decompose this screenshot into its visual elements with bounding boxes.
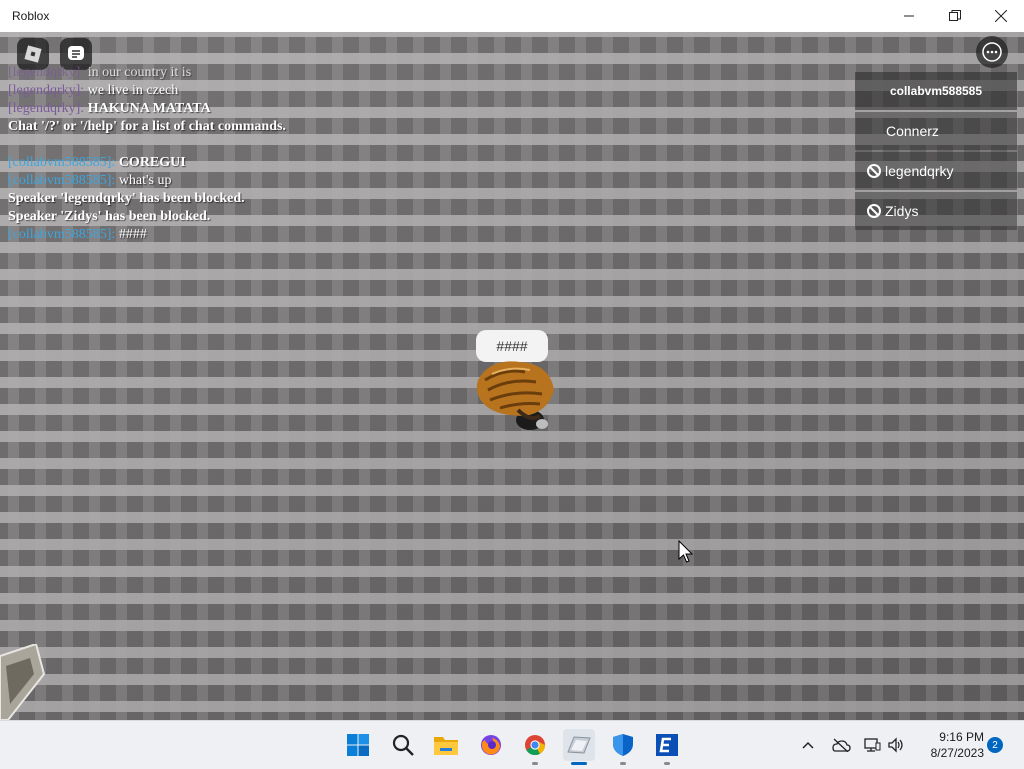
blocked-icon <box>867 164 881 178</box>
running-indicator <box>620 762 626 765</box>
chevron-up-icon <box>802 741 814 749</box>
minimize-icon <box>904 15 914 17</box>
show-hidden-icons-button[interactable] <box>796 729 820 761</box>
taskbar: 9:16 PM 8/27/2023 2 <box>0 720 1024 769</box>
close-button[interactable] <box>978 0 1024 32</box>
active-indicator <box>571 762 587 765</box>
more-options-button[interactable] <box>976 36 1008 68</box>
more-options-icon <box>982 42 1002 62</box>
chat-message: we live in czech <box>87 83 179 98</box>
chat-line: [collabvm588585]: #### <box>8 226 348 244</box>
chat-line: [collabvm588585]: COREGUI <box>8 154 348 172</box>
chat-speaker: [legendqrky]: <box>8 101 85 116</box>
roblox-window-icon <box>567 736 591 754</box>
chrome-button[interactable] <box>519 729 551 765</box>
game-viewport[interactable]: [legendqrky]: in our country it is [lege… <box>0 32 1024 720</box>
player-name: Zidys <box>885 203 919 219</box>
player-avatar <box>476 361 554 430</box>
chat-speaker: [collabvm588585]: <box>8 227 116 242</box>
chat-line: [legendqrky]: HAKUNA MATATA <box>8 100 348 118</box>
player-list: collabvm588585 Connerz legendqrky Zidys <box>855 72 1017 232</box>
restore-icon <box>949 10 961 21</box>
chat-system-line: Speaker 'Zidys' has been blocked. <box>8 208 348 226</box>
search-icon <box>392 734 414 756</box>
chat-message: what's up <box>118 173 172 188</box>
blocked-icon <box>867 204 881 218</box>
chat-icon <box>68 46 84 60</box>
window-controls <box>886 0 1024 32</box>
file-explorer-button[interactable] <box>430 729 462 761</box>
taskbar-clock[interactable]: 9:16 PM 8/27/2023 <box>912 729 984 761</box>
window-title: Roblox <box>12 9 50 23</box>
player-name: collabvm588585 <box>889 84 983 98</box>
defender-button[interactable] <box>607 729 639 765</box>
chat-message: #### <box>118 227 147 242</box>
onedrive-button[interactable] <box>828 729 854 761</box>
player-name: legendqrky <box>885 163 954 179</box>
notification-badge[interactable]: 2 <box>987 737 1003 753</box>
start-button[interactable] <box>342 729 374 761</box>
close-icon <box>995 10 1007 22</box>
mouse-cursor-icon <box>678 540 694 563</box>
cloud-offline-icon <box>832 738 851 752</box>
world-object <box>0 644 46 720</box>
chat-message: Speaker 'legendqrky' has been blocked. <box>8 191 245 206</box>
chat-system-line: Speaker 'legendqrky' has been blocked. <box>8 190 348 208</box>
firefox-icon <box>481 735 501 755</box>
defender-shield-icon <box>613 734 633 756</box>
chat-message: Speaker 'Zidys' has been blocked. <box>8 209 211 224</box>
chat-log[interactable]: [legendqrky]: in our country it is [lege… <box>8 64 348 244</box>
running-indicator <box>664 762 670 765</box>
chat-line: [legendqrky]: we live in czech <box>8 82 348 100</box>
edge-e-icon <box>656 734 678 756</box>
chat-spacer <box>8 136 348 154</box>
player-list-item[interactable]: legendqrky <box>855 152 1017 190</box>
file-explorer-icon <box>434 737 458 755</box>
volume-button[interactable] <box>884 729 908 761</box>
running-indicator <box>532 762 538 765</box>
chat-message: HAKUNA MATATA <box>87 101 211 116</box>
network-button[interactable] <box>860 729 884 761</box>
speaker-icon <box>888 737 903 753</box>
roblox-logo-icon <box>24 45 42 63</box>
chat-system-line: Chat '/?' or '/help' for a list of chat … <box>8 118 348 136</box>
minimize-button[interactable] <box>886 0 932 32</box>
chrome-icon <box>525 735 546 756</box>
taskbar-search-button[interactable] <box>387 729 419 761</box>
window-titlebar: Roblox <box>0 0 1024 32</box>
player-name: Connerz <box>886 123 939 139</box>
edge-e-button[interactable] <box>651 729 683 765</box>
network-icon <box>864 738 881 752</box>
windows-start-icon <box>347 734 369 756</box>
chat-line: [legendqrky]: in our country it is <box>8 64 348 82</box>
clock-time: 9:16 PM <box>939 730 984 744</box>
firefox-button[interactable] <box>475 729 507 761</box>
restore-button[interactable] <box>932 0 978 32</box>
roblox-taskbar-button[interactable] <box>563 729 595 765</box>
clock-date: 8/27/2023 <box>930 746 984 760</box>
chat-line: [collabvm588585]: what's up <box>8 172 348 190</box>
player-list-item[interactable]: Connerz <box>855 112 1017 150</box>
chat-message: COREGUI <box>118 155 186 170</box>
chat-message: in our country it is <box>87 65 192 80</box>
player-list-item[interactable]: Zidys <box>855 192 1017 230</box>
player-list-self[interactable]: collabvm588585 <box>855 72 1017 110</box>
chat-message: Chat '/?' or '/help' for a list of chat … <box>8 119 286 134</box>
chat-speaker: [legendqrky]: <box>8 83 85 98</box>
chat-speaker: [collabvm588585]: <box>8 155 116 170</box>
chat-speaker: [collabvm588585]: <box>8 173 116 188</box>
chat-speaker: [legendqrky]: <box>8 65 85 80</box>
